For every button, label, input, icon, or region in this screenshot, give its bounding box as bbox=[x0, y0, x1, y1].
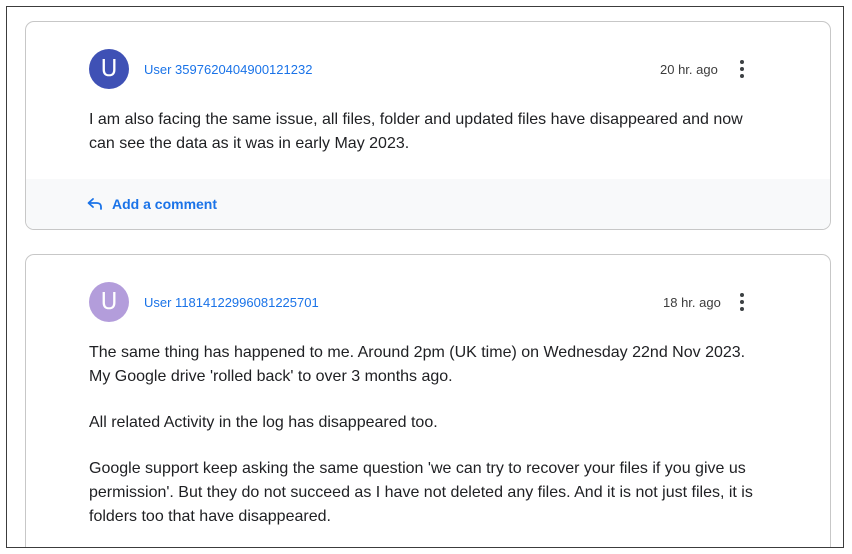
add-comment-label: Add a comment bbox=[112, 196, 218, 212]
add-comment-button[interactable]: Add a comment bbox=[86, 196, 217, 212]
username-link[interactable]: User 11814122996081225701 bbox=[144, 295, 319, 310]
comment-paragraph: I am also facing the same issue, all fil… bbox=[89, 111, 743, 152]
screenshot-frame: U User 3597620404900121232 20 hr. ago I … bbox=[6, 6, 844, 548]
comment-footer: Add a comment bbox=[26, 179, 830, 229]
comment-body: The same thing has happened to me. Aroun… bbox=[89, 341, 769, 547]
avatar[interactable]: U bbox=[89, 49, 129, 89]
comment-body: I am also facing the same issue, all fil… bbox=[89, 108, 769, 178]
comment-paragraph: All related Activity in the log has disa… bbox=[89, 414, 438, 431]
comment-card: U User 11814122996081225701 18 hr. ago T… bbox=[25, 254, 831, 547]
comment-paragraph: The same thing has happened to me. Aroun… bbox=[89, 344, 746, 385]
reply-arrow-icon bbox=[87, 198, 102, 210]
timestamp: 20 hr. ago bbox=[660, 62, 718, 77]
more-vert-icon[interactable] bbox=[732, 57, 752, 81]
comment-paragraph: Google support keep asking the same ques… bbox=[89, 460, 753, 525]
more-vert-icon[interactable] bbox=[732, 290, 752, 314]
username-link[interactable]: User 3597620404900121232 bbox=[144, 62, 312, 77]
avatar[interactable]: U bbox=[89, 282, 129, 322]
timestamp: 18 hr. ago bbox=[663, 295, 721, 310]
comment-card: U User 3597620404900121232 20 hr. ago I … bbox=[25, 21, 831, 230]
